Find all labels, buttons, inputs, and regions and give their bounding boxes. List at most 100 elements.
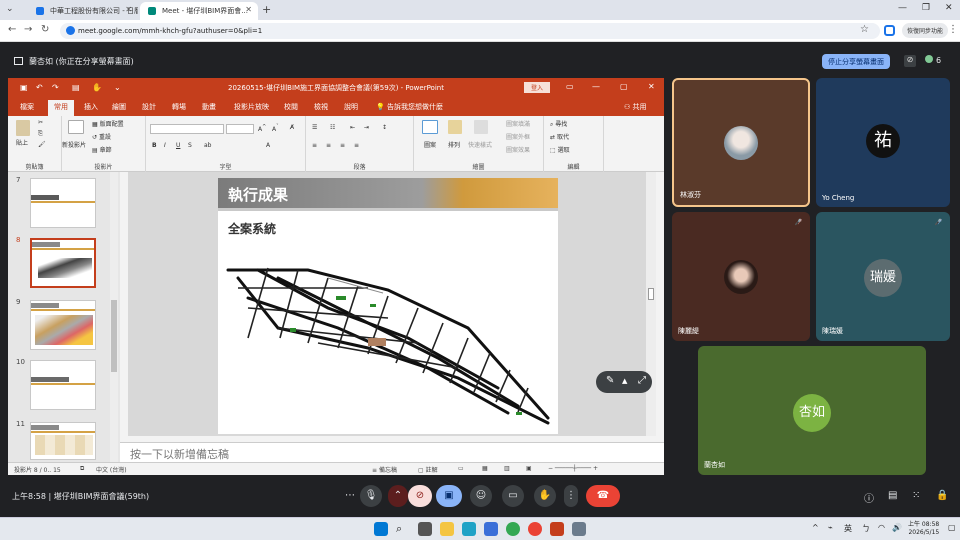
tab-review[interactable]: 校閱 xyxy=(284,102,298,112)
url-field[interactable]: meet.google.com/mmh-khch-gfu?authuser=0&… xyxy=(60,23,880,39)
notes-pane[interactable]: 按一下以新增備忘稿 xyxy=(120,442,664,462)
numbering-icon[interactable]: ☷ xyxy=(330,124,335,131)
meeting-info-icon[interactable]: ⓘ xyxy=(864,490,874,505)
underline-icon[interactable]: U xyxy=(176,142,180,149)
participant-count[interactable]: 6 xyxy=(925,55,941,65)
minimize-icon[interactable]: — xyxy=(898,3,907,13)
camera-off-button[interactable]: ⊘ xyxy=(408,485,432,507)
volume-icon[interactable]: 🔊 xyxy=(892,523,902,532)
start-slideshow-icon[interactable]: ▤ xyxy=(72,83,80,92)
slide-thumbnail[interactable] xyxy=(30,300,96,350)
select-button[interactable]: ⬚ 選取 xyxy=(550,145,570,154)
participant-tile[interactable]: 🎤̸ 陳麗緹 xyxy=(672,212,810,341)
bullets-icon[interactable]: ☰ xyxy=(312,124,317,131)
app-icon[interactable] xyxy=(572,522,586,536)
tab-meet[interactable]: Meet - 堪仔圳BIM界面會... ✕ xyxy=(140,2,258,20)
participant-tile[interactable]: 林淑芬 xyxy=(672,78,810,207)
undo-icon[interactable]: ↶ xyxy=(36,83,43,92)
new-tab-icon[interactable]: + xyxy=(262,3,271,16)
ppt-minimize-icon[interactable]: — xyxy=(592,82,600,91)
close-window-icon[interactable]: ✕ xyxy=(945,3,953,13)
shape-fill-button[interactable]: 圖案填滿 xyxy=(506,119,530,128)
store-icon[interactable] xyxy=(484,522,498,536)
accessibility-icon[interactable]: ⧉ xyxy=(80,465,84,473)
participant-tile[interactable]: 杏如 蘭杏如 xyxy=(698,346,926,475)
reading-view-icon[interactable]: ▥ xyxy=(504,465,510,472)
font-name-field[interactable] xyxy=(150,124,224,134)
notifications-icon[interactable]: ▢ xyxy=(948,523,956,532)
browser-menu-icon[interactable]: ⋮ xyxy=(948,24,958,35)
chat-icon[interactable]: ▤ xyxy=(888,490,897,501)
zoom-slider[interactable]: − ─────┼──── + xyxy=(548,465,598,472)
bold-icon[interactable]: B xyxy=(152,142,157,149)
start-icon[interactable] xyxy=(374,522,388,536)
raise-hand-button[interactable]: ✋ xyxy=(534,485,556,507)
reload-icon[interactable]: ↻ xyxy=(41,24,49,35)
forward-icon[interactable]: → xyxy=(24,24,32,35)
more-actions-button[interactable]: ⋮ xyxy=(564,485,578,507)
slideshow-icon[interactable]: ▣ xyxy=(526,465,532,472)
tab-insert[interactable]: 插入 xyxy=(84,102,98,112)
scrollbar-thumb[interactable] xyxy=(648,288,654,300)
wifi-icon[interactable]: ◠ xyxy=(878,523,885,532)
file-explorer-icon[interactable] xyxy=(440,522,454,536)
new-slide-button[interactable]: 新投影片 xyxy=(62,140,86,149)
tab-home[interactable]: 常用 xyxy=(48,100,74,116)
close-tab-icon[interactable]: ✕ xyxy=(125,5,132,14)
font-size-field[interactable] xyxy=(226,124,254,134)
shrink-font-icon[interactable]: Aˇ xyxy=(272,124,279,133)
format-painter-icon[interactable]: 🖌 xyxy=(38,141,46,148)
tab-calendar[interactable]: 中華工程股份有限公司 - 日曆... ✕ xyxy=(28,2,138,20)
emoji-button[interactable]: ☺ xyxy=(470,485,492,507)
arrange-icon[interactable] xyxy=(448,120,462,134)
tab-file[interactable]: 檔案 xyxy=(20,102,34,112)
clock[interactable]: 上午 08:58 2026/5/15 xyxy=(908,521,939,537)
line-spacing-icon[interactable]: ↕ xyxy=(382,124,387,131)
tell-me-search[interactable]: 💡 告訴我您想做什麼 xyxy=(376,102,443,112)
align-center-icon[interactable]: ≡ xyxy=(326,142,331,149)
find-button[interactable]: ⌕ 尋找 xyxy=(550,119,567,129)
canvas-scrollbar[interactable] xyxy=(646,172,656,436)
task-view-icon[interactable] xyxy=(418,522,432,536)
leave-call-button[interactable]: ☎ xyxy=(586,485,620,507)
shapes-icon[interactable] xyxy=(422,120,438,134)
paste-icon[interactable] xyxy=(16,120,30,136)
ppt-close-icon[interactable]: ✕ xyxy=(648,82,655,91)
camera-options-button[interactable]: ⌃ xyxy=(388,485,408,507)
ribbon-display-icon[interactable]: ▭ xyxy=(566,82,574,91)
shape-outline-button[interactable]: 圖案外框 xyxy=(506,132,530,141)
thumbnail-scrollbar[interactable] xyxy=(110,172,118,462)
notes-toggle[interactable]: ≡ 備忘稿 xyxy=(372,465,397,474)
shape-effects-button[interactable]: 圖案效果 xyxy=(506,145,530,154)
new-slide-icon[interactable] xyxy=(68,120,84,134)
font-color-icon[interactable]: A xyxy=(266,142,270,149)
tab-help[interactable]: 說明 xyxy=(344,102,358,112)
tab-view[interactable]: 檢視 xyxy=(314,102,328,112)
profile-icon[interactable] xyxy=(884,25,895,36)
powerpoint-icon[interactable] xyxy=(550,522,564,536)
pen-icon[interactable]: ✎ xyxy=(606,375,614,386)
increase-indent-icon[interactable]: ⇥ xyxy=(364,124,369,131)
back-icon[interactable]: ← xyxy=(8,24,16,35)
copy-icon[interactable]: ⎘ xyxy=(38,130,43,138)
italic-icon[interactable]: I xyxy=(164,142,166,149)
char-spacing-icon[interactable]: ab xyxy=(204,142,212,149)
more-options-button[interactable]: ⋯ xyxy=(342,485,358,507)
slide-thumbnail[interactable] xyxy=(30,422,96,460)
search-icon[interactable]: ⌕ xyxy=(396,522,410,536)
strikethrough-icon[interactable]: S xyxy=(188,142,192,149)
sync-paused-button[interactable]: 恢復同步功能 xyxy=(902,23,949,38)
align-left-icon[interactable]: ≡ xyxy=(312,142,317,149)
tab-slideshow[interactable]: 投影片放映 xyxy=(234,102,269,112)
redo-icon[interactable]: ↷ xyxy=(52,83,59,92)
participant-tile[interactable]: 瑞媛 🎤̸ 陳瑞媛 xyxy=(816,212,950,341)
quick-styles-icon[interactable] xyxy=(474,120,488,134)
activities-icon[interactable]: ⁙ xyxy=(912,490,920,501)
justify-icon[interactable]: ≡ xyxy=(354,142,359,149)
arrange-button[interactable]: 排列 xyxy=(448,140,460,149)
close-tab-icon[interactable]: ✕ xyxy=(245,5,252,14)
customize-qat-icon[interactable]: ⌄ xyxy=(114,83,121,92)
tray-overflow-icon[interactable]: ^ xyxy=(812,523,819,532)
chevron-up-icon[interactable]: ▲ xyxy=(622,377,627,385)
quick-styles-button[interactable]: 快速樣式 xyxy=(468,140,492,149)
